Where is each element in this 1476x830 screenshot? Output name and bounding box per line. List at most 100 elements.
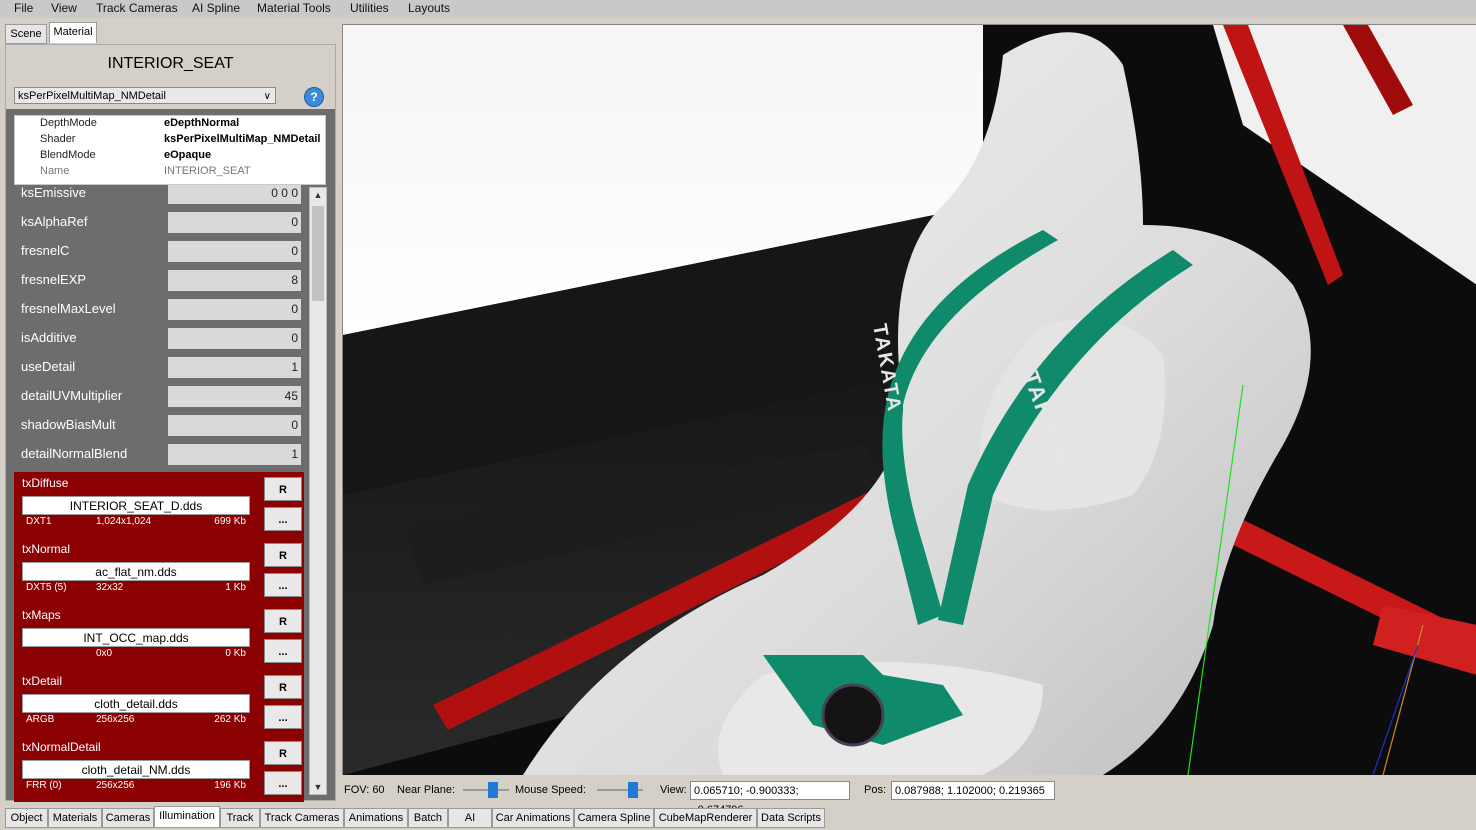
pos-label: Pos: [864,784,887,796]
param-row: fresnelMaxLevel 0 [14,296,306,323]
param-value-input[interactable]: 8 [168,270,301,291]
material-title: INTERIOR_SEAT [6,45,335,83]
reload-texture-button[interactable]: R [264,609,302,633]
browse-texture-button[interactable]: ... [264,507,302,531]
tab-car-animations[interactable]: Car Animations [492,808,574,828]
texture-size: 1 Kb [225,582,246,593]
texture-dimensions: 256x256 [96,780,135,791]
browse-texture-button[interactable]: ... [264,771,302,795]
browse-texture-button[interactable]: ... [264,639,302,663]
texture-file-field[interactable]: ac_flat_nm.dds [22,562,250,581]
texture-file-field[interactable]: cloth_detail.dds [22,694,250,713]
param-row: shadowBiasMult 0 [14,412,306,439]
texture-file-field[interactable]: cloth_detail_NM.dds [22,760,250,779]
texture-slot-name: txNormalDetail [22,740,101,754]
texture-dimensions: 0x0 [96,648,113,659]
property-row[interactable]: Shader ksPerPixelMultiMap_NMDetail [15,132,325,148]
tab-ai[interactable]: AI [448,808,492,828]
texture-slot-name: txDiffuse [22,476,69,490]
texture-slot: txNormalDetail cloth_detail_NM.dds FRR (… [14,736,304,802]
param-value-input[interactable]: 0 0 0 [168,185,301,204]
slider-knob[interactable] [488,782,498,798]
param-row: fresnelC 0 [14,238,306,265]
param-value-input[interactable]: 1 [168,357,301,378]
menu-utilities[interactable]: Utilities [350,1,389,15]
texture-slot-name: txNormal [22,542,71,556]
panel-scrollbar[interactable]: ▲ ▼ [309,187,327,795]
tab-batch[interactable]: Batch [408,808,448,828]
property-value[interactable]: eDepthNormal [164,117,325,129]
menu-material-tools[interactable]: Material Tools [257,1,331,15]
menu-layouts[interactable]: Layouts [408,1,450,15]
browse-texture-button[interactable]: ... [264,705,302,729]
menu-track-cameras[interactable]: Track Cameras [96,1,178,15]
param-value-input[interactable]: 0 [168,212,301,233]
tab-animations[interactable]: Animations [344,808,408,828]
texture-size: 699 Kb [214,516,246,527]
property-value[interactable]: INTERIOR_SEAT [164,165,325,177]
tab-track[interactable]: Track [220,808,260,828]
scroll-up-icon[interactable]: ▲ [310,188,326,202]
texture-file-field[interactable]: INT_OCC_map.dds [22,628,250,647]
param-name: detailNormalBlend [21,446,128,461]
help-icon[interactable]: ? [304,87,324,107]
reload-texture-button[interactable]: R [264,741,302,765]
param-row: isAdditive 0 [14,325,306,352]
reload-texture-button[interactable]: R [264,543,302,567]
property-row[interactable]: BlendMode eOpaque [15,148,325,164]
property-key: DepthMode [40,117,97,129]
tab-cubemap-renderer[interactable]: CubeMapRenderer [654,808,757,828]
3d-viewport[interactable]: TAKATA TAKATA [342,24,1476,775]
texture-dimensions: 1,024x1,024 [96,516,152,527]
browse-texture-button[interactable]: ... [264,573,302,597]
tab-scene[interactable]: Scene [5,24,47,44]
menu-ai-spline[interactable]: AI Spline [192,1,240,15]
slider-knob[interactable] [628,782,638,798]
param-value-input[interactable]: 45 [168,386,301,407]
property-key: Shader [40,133,76,145]
scroll-down-icon[interactable]: ▼ [310,780,326,794]
param-value-input[interactable]: 1 [168,444,301,465]
texture-size: 262 Kb [214,714,246,725]
property-value[interactable]: eOpaque [164,149,325,161]
tab-track-cameras[interactable]: Track Cameras [260,808,344,828]
param-name: fresnelMaxLevel [21,301,116,316]
texture-format: ARGB [26,714,55,725]
tab-illumination[interactable]: Illumination [154,806,220,828]
menu-view[interactable]: View [51,1,77,15]
texture-format: FRR (0) [26,780,62,791]
property-row[interactable]: Name INTERIOR_SEAT [15,164,325,180]
texture-slot: txDetail cloth_detail.dds ARGB 256x256 2… [14,670,304,736]
view-vector-field[interactable]: 0.065710; -0.900333; -0.674796 [690,781,850,816]
param-value-input[interactable]: 0 [168,241,301,262]
menu-file[interactable]: File [14,1,33,15]
near-plane-slider[interactable] [463,782,509,798]
param-name: shadowBiasMult [21,417,116,432]
param-value-input[interactable]: 0 [168,328,301,349]
tab-cameras[interactable]: Cameras [102,808,154,828]
texture-file-field[interactable]: INTERIOR_SEAT_D.dds [22,496,250,515]
param-row: useDetail 1 [14,354,306,381]
tab-object[interactable]: Object [5,808,48,828]
tab-data-scripts[interactable]: Data Scripts [757,808,825,828]
shader-bar: ksPerPixelMultiMap_NMDetail ∨ ? [6,83,335,109]
pos-vector-field[interactable]: 0.087988; 1.102000; 0.219365 [891,781,1055,800]
texture-slot: txNormal ac_flat_nm.dds DXT5 (5) 32x32 1… [14,538,304,604]
tab-material[interactable]: Material [49,22,97,43]
texture-slot-name: txDetail [22,674,63,688]
property-value[interactable]: ksPerPixelMultiMap_NMDetail [164,133,325,145]
reload-texture-button[interactable]: R [264,477,302,501]
shader-select-value: ksPerPixelMultiMap_NMDetail [18,90,166,102]
property-row[interactable]: DepthMode eDepthNormal [15,116,325,132]
tab-camera-spline[interactable]: Camera Spline [574,808,654,828]
param-value-input[interactable]: 0 [168,299,301,320]
texture-dimensions: 32x32 [96,582,124,593]
mouse-speed-slider[interactable] [597,782,643,798]
scrollbar-thumb[interactable] [312,206,324,301]
reload-texture-button[interactable]: R [264,675,302,699]
param-value-input[interactable]: 0 [168,415,301,436]
near-plane-label: Near Plane: [397,784,456,796]
tab-materials[interactable]: Materials [48,808,102,828]
shader-select[interactable]: ksPerPixelMultiMap_NMDetail ∨ [14,87,276,104]
param-name: useDetail [21,359,76,374]
